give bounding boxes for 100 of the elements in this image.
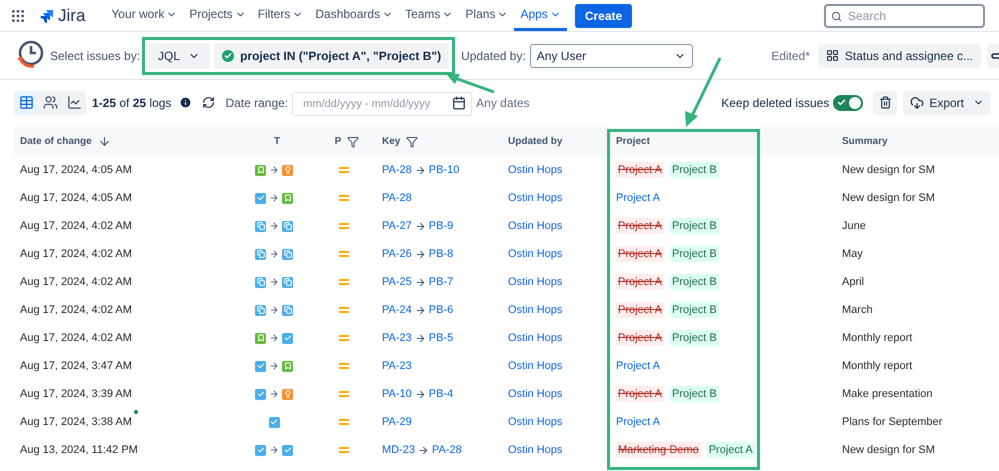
issue-key-link[interactable]: PA-25 bbox=[382, 274, 412, 290]
issue-key-link[interactable]: PA-23 bbox=[382, 358, 412, 374]
removed-project-tag: Project A bbox=[616, 274, 664, 290]
nav-menu[interactable]: Your work bbox=[105, 0, 184, 31]
nav-menu[interactable]: Filters bbox=[252, 0, 310, 31]
filter-icon bbox=[347, 136, 360, 148]
arrow-icon bbox=[269, 333, 279, 343]
filter-icon bbox=[406, 136, 418, 148]
removed-project-tag: Project A bbox=[616, 386, 664, 402]
cloud-download-icon bbox=[910, 96, 924, 110]
arrow-icon bbox=[269, 193, 279, 203]
table-cell-text: Aug 17, 2024, 3:39 AM bbox=[20, 386, 132, 402]
updated-label: Updated by: bbox=[461, 48, 526, 64]
user-link[interactable]: Ostin Hops bbox=[508, 442, 562, 458]
column-header[interactable]: P bbox=[334, 134, 360, 149]
issue-key-link[interactable]: PA-28 bbox=[432, 442, 462, 458]
column-header[interactable]: Updated by bbox=[508, 134, 562, 149]
nav-menu[interactable]: Plans bbox=[459, 0, 514, 31]
issue-key-link[interactable]: PB-9 bbox=[428, 218, 454, 234]
column-header[interactable]: Summary bbox=[842, 134, 888, 149]
create-button[interactable]: Create bbox=[574, 4, 632, 28]
link-icon[interactable] bbox=[991, 52, 999, 58]
table-cell-text: Monthly report bbox=[842, 330, 912, 346]
added-project-tag: Project B bbox=[670, 162, 719, 178]
user-link[interactable]: Ostin Hops bbox=[508, 162, 562, 178]
view-switch-button[interactable] bbox=[14, 90, 38, 114]
issue-key-link[interactable]: PA-29 bbox=[382, 414, 412, 430]
issue-key-link[interactable]: PA-10 bbox=[382, 386, 412, 402]
nav-menu[interactable]: Teams bbox=[399, 0, 460, 31]
user-link[interactable]: Ostin Hops bbox=[508, 386, 562, 402]
valid-check-icon bbox=[222, 50, 234, 62]
added-project-tag: Project B bbox=[670, 246, 719, 262]
select-label: Select issues by: bbox=[50, 48, 140, 64]
issue-key-link[interactable]: PA-28 bbox=[382, 162, 412, 178]
issue-key-link[interactable]: PB-4 bbox=[428, 386, 454, 402]
updated-by-select[interactable]: Any User bbox=[530, 44, 693, 68]
search-field[interactable]: Search bbox=[824, 4, 985, 28]
mode-dropdown[interactable]: JQL bbox=[148, 42, 210, 68]
medium-priority-icon bbox=[339, 419, 349, 425]
nav-menu[interactable]: Dashboards bbox=[309, 0, 400, 31]
table-cell-text: Plans for September bbox=[842, 414, 942, 430]
column-header[interactable]: Key bbox=[382, 134, 418, 149]
user-link[interactable]: Ostin Hops bbox=[508, 358, 562, 374]
check-icon bbox=[837, 98, 846, 107]
issue-key-link[interactable]: PB-7 bbox=[428, 274, 454, 290]
removed-project-tag: Project A bbox=[616, 162, 664, 178]
table-cell-text: Aug 17, 2024, 4:02 AM bbox=[20, 246, 132, 262]
nav-menu[interactable]: Projects bbox=[183, 0, 252, 31]
logo-text[interactable]: Jira bbox=[58, 2, 86, 28]
column-header[interactable]: Date of change bbox=[20, 134, 111, 149]
column-header[interactable]: T bbox=[274, 134, 280, 149]
user-link[interactable]: Ostin Hops bbox=[508, 414, 562, 430]
medium-priority-icon bbox=[339, 391, 349, 397]
project-link[interactable]: Project A bbox=[616, 358, 660, 374]
trash-icon bbox=[878, 96, 892, 109]
table-cell-text: Aug 17, 2024, 3:47 AM bbox=[20, 358, 132, 374]
added-project-tag: Project B bbox=[670, 330, 719, 346]
app-switcher-icon[interactable] bbox=[10, 8, 26, 24]
refresh-icon[interactable] bbox=[202, 96, 216, 109]
issue-key-link[interactable]: PA-23 bbox=[382, 330, 412, 346]
export-button[interactable]: Export bbox=[903, 90, 991, 114]
jql-query-field[interactable]: project IN ("Project A", "Project B") bbox=[214, 42, 450, 68]
nav-menu[interactable]: Apps bbox=[514, 0, 567, 31]
user-link[interactable]: Ostin Hops bbox=[508, 246, 562, 262]
issue-key-link[interactable]: PA-26 bbox=[382, 246, 412, 262]
table-cell-text: Aug 13, 2024, 11:42 PM bbox=[20, 442, 138, 458]
user-link[interactable]: Ostin Hops bbox=[508, 330, 562, 346]
project-link[interactable]: Project A bbox=[616, 190, 660, 206]
saved-view-button[interactable]: Status and assignee c... bbox=[818, 44, 981, 68]
trash-button[interactable] bbox=[873, 90, 898, 114]
medium-priority-icon bbox=[339, 447, 349, 453]
medium-priority-icon bbox=[339, 279, 349, 285]
info-icon[interactable] bbox=[179, 96, 192, 109]
issue-key-link[interactable]: PB-6 bbox=[428, 302, 454, 318]
log-count: 1-25 of 25 logs bbox=[92, 94, 172, 112]
table-cell-text: May bbox=[842, 246, 863, 262]
table-cell-text: Monthly report bbox=[842, 358, 912, 374]
issue-key-link[interactable]: PB-8 bbox=[428, 246, 454, 262]
user-link[interactable]: Ostin Hops bbox=[508, 218, 562, 234]
project-link[interactable]: Project A bbox=[616, 414, 660, 430]
arrow-icon bbox=[414, 332, 426, 344]
issue-key-link[interactable]: PB-5 bbox=[428, 330, 454, 346]
medium-priority-icon bbox=[339, 167, 349, 173]
issue-key-link[interactable]: PA-24 bbox=[382, 302, 412, 318]
column-header[interactable]: Project bbox=[616, 134, 650, 149]
issue-key-link[interactable]: MD-23 bbox=[382, 442, 416, 458]
keep-deleted-toggle[interactable] bbox=[833, 94, 864, 110]
date-range-field[interactable]: mm/dd/yyyy - mm/dd/yyyy bbox=[292, 92, 472, 116]
issue-key-link[interactable]: PB-10 bbox=[428, 162, 460, 178]
issue-key-link[interactable]: PA-28 bbox=[382, 190, 412, 206]
date-range-label: Date range: bbox=[225, 94, 288, 112]
removed-project-tag: Marketing Demo bbox=[616, 442, 701, 458]
user-link[interactable]: Ostin Hops bbox=[508, 274, 562, 290]
removed-project-tag: Project A bbox=[616, 218, 664, 234]
issue-key-link[interactable]: PA-27 bbox=[382, 218, 412, 234]
table-cell-text: Aug 17, 2024, 4:05 AM bbox=[20, 162, 132, 178]
arrow-icon bbox=[269, 277, 279, 287]
user-link[interactable]: Ostin Hops bbox=[508, 190, 562, 206]
user-link[interactable]: Ostin Hops bbox=[508, 302, 562, 318]
calendar-icon[interactable] bbox=[452, 96, 466, 110]
